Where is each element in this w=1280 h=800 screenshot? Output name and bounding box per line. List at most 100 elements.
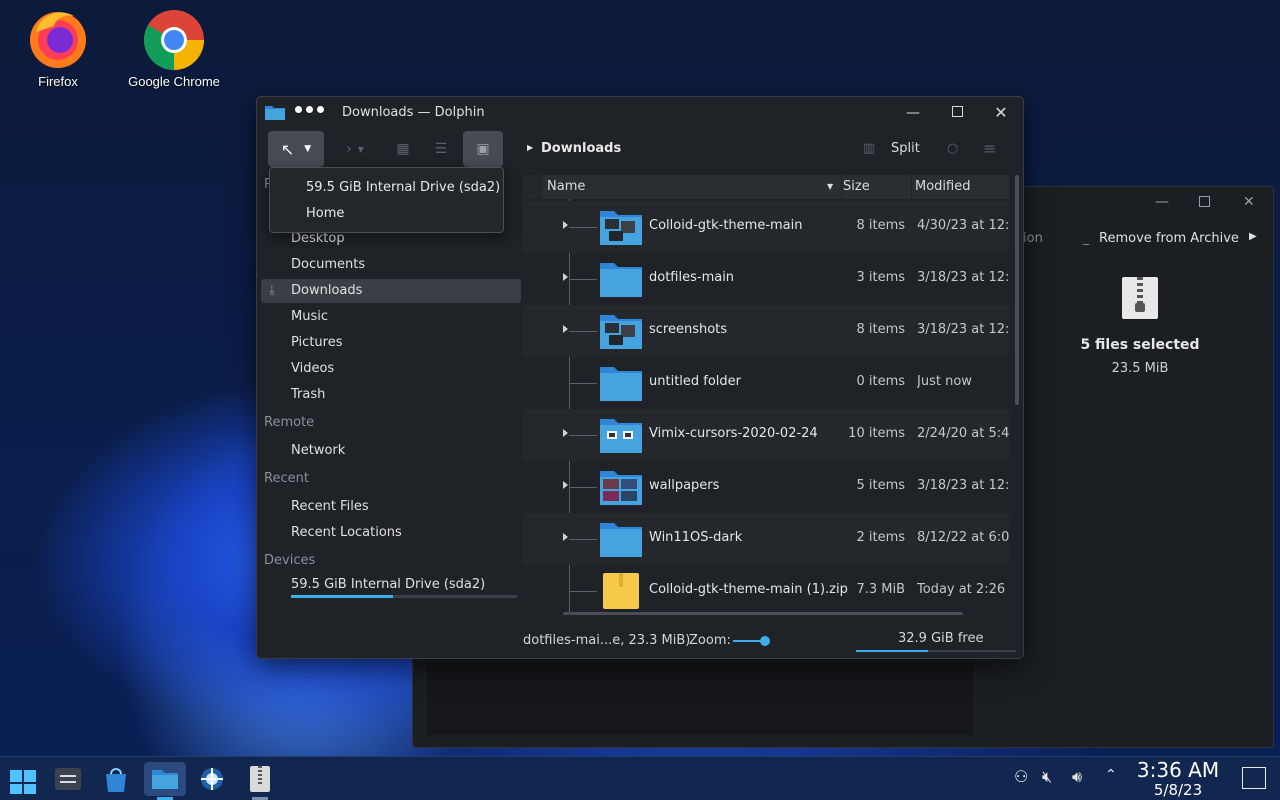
dolphin-window[interactable]: Downloads — Dolphin — ✕ ↖ ▼ › ▼ ▦ ☰ ▣ ▶ D… (256, 96, 1024, 659)
sidebar-item-internal-drive[interactable]: 59.5 GiB Internal Drive (sda2) (261, 573, 521, 597)
minimize-icon[interactable]: — (903, 103, 923, 123)
maximize-icon[interactable] (947, 103, 967, 123)
sidebar-item-network[interactable]: Network (261, 439, 521, 463)
desktop-icon-chrome[interactable]: Google Chrome (119, 6, 229, 89)
column-name[interactable]: Name (547, 179, 585, 194)
table-row[interactable]: Colloid-gtk-theme-main (1).zip 7.3 MiB Tod… (523, 565, 1009, 615)
tree-connector (569, 591, 597, 592)
mute-icon[interactable]: 🔇︎ (1042, 767, 1052, 787)
horizontal-scrollbar[interactable] (563, 612, 963, 615)
sidebar-item-music[interactable]: Music (261, 305, 521, 329)
maximize-icon[interactable] (1199, 196, 1210, 207)
close-icon[interactable]: ✕ (991, 103, 1011, 123)
chevron-down-icon: ▼ (304, 144, 312, 154)
sidebar-item-pictures[interactable]: Pictures (261, 331, 521, 355)
view-details-button[interactable]: ☰ (427, 131, 455, 167)
volume-icon[interactable]: 🔊︎ (1072, 767, 1082, 787)
folder-icon (599, 467, 643, 507)
file-size: 3 items (856, 270, 905, 285)
settings-app-button[interactable] (51, 762, 85, 796)
expand-arrow-icon[interactable] (563, 533, 568, 541)
forward-icon: › (346, 141, 352, 157)
zip-file-icon (599, 571, 643, 611)
forward-button[interactable]: › ▼ (335, 131, 375, 167)
sidebar-item-videos[interactable]: Videos (261, 357, 521, 381)
expand-arrow-icon[interactable] (563, 429, 568, 437)
view-icons-button[interactable]: ▦ (389, 131, 417, 167)
sidebar-item-trash[interactable]: Trash (261, 383, 521, 407)
file-modified: 3/18/23 at 12:51 (917, 270, 1009, 285)
sidebar-item-documents[interactable]: Documents (261, 253, 521, 277)
table-row[interactable]: Vimix-cursors-2020-02-24 10 items 2/24/20 … (523, 409, 1009, 461)
device-usage-fill (291, 595, 393, 598)
file-name[interactable]: Colloid-gtk-theme-main (1).zip (649, 582, 848, 597)
zip-file-icon (1122, 277, 1158, 319)
zoom-slider[interactable] (733, 636, 771, 646)
file-name[interactable]: Colloid-gtk-theme-main (649, 218, 803, 233)
tree-connector (569, 539, 597, 540)
table-row[interactable]: Colloid-gtk-theme-main 8 items 4/30/23 at … (523, 201, 1009, 253)
network-tool-button[interactable] (195, 762, 229, 796)
desktop-icon-label: Google Chrome (128, 74, 220, 89)
expand-arrow-icon[interactable] (563, 481, 568, 489)
folder-icon (599, 259, 643, 299)
chevron-up-icon[interactable]: ⌃ (1105, 767, 1117, 783)
menu-dots-icon[interactable] (295, 106, 324, 113)
breadcrumb[interactable]: Downloads (541, 141, 621, 156)
tree-connector (569, 331, 597, 332)
show-desktop-button[interactable] (1242, 767, 1266, 789)
file-name[interactable]: Vimix-cursors-2020-02-24 (649, 426, 818, 441)
hamburger-menu-icon[interactable]: ≡ (983, 139, 996, 158)
sidebar-item-downloads[interactable]: ⤓ Downloads (261, 279, 521, 303)
file-view[interactable]: Name ▼ Size Modified Colloid-gtk-theme-m… (523, 175, 1019, 615)
ark-taskbar-button[interactable] (243, 762, 277, 800)
table-row[interactable]: dotfiles-main 3 items 3/18/23 at 12:51 (523, 253, 1009, 305)
minimize-icon[interactable]: — (1155, 194, 1169, 210)
sidebar-item-recent-locations[interactable]: Recent Locations (261, 521, 521, 545)
window-title: Downloads — Dolphin (342, 105, 485, 120)
table-row[interactable]: untitled folder 0 items Just now (523, 357, 1009, 409)
back-history-popup[interactable]: 59.5 GiB Internal Drive (sda2) Home (269, 167, 504, 233)
remove-from-archive-button[interactable]: Remove from Archive (1099, 231, 1239, 246)
cursor-icon: ↖ (280, 139, 295, 159)
back-button[interactable]: ↖ ▼ (268, 131, 324, 167)
sidebar-item-recent-files[interactable]: Recent Files (261, 495, 521, 519)
zip-file-icon (250, 766, 270, 792)
start-menu-button[interactable] (6, 762, 40, 796)
store-app-button[interactable] (99, 762, 133, 796)
zoom-slider-handle[interactable] (760, 636, 771, 646)
download-icon: ⤓ (269, 283, 275, 298)
table-row[interactable]: Win11OS-dark 2 items 8/12/22 at 6:01 (523, 513, 1009, 565)
table-row[interactable]: screenshots 8 items 3/18/23 at 12:51 (523, 305, 1009, 357)
column-size[interactable]: Size (843, 179, 870, 194)
list-icon: ☰ (434, 141, 448, 157)
file-name[interactable]: dotfiles-main (649, 270, 734, 285)
file-name[interactable]: screenshots (649, 322, 727, 337)
dolphin-titlebar[interactable]: Downloads — Dolphin — ✕ (257, 97, 1023, 129)
popup-item[interactable]: 59.5 GiB Internal Drive (sda2) (306, 180, 500, 195)
section-header-remote: Remote (264, 415, 315, 430)
firefox-icon (26, 6, 90, 70)
toolbar-overflow-icon[interactable]: ▶ (1249, 231, 1257, 242)
sort-down-icon[interactable]: ▼ (827, 182, 833, 191)
tree-connector (569, 487, 597, 488)
table-row[interactable]: wallpapers 5 items 3/18/23 at 12:51 (523, 461, 1009, 513)
tree-connector (569, 279, 597, 280)
view-tree-button[interactable]: ▣ (463, 131, 503, 167)
file-name[interactable]: Win11OS-dark (649, 530, 742, 545)
popup-item[interactable]: Home (306, 206, 344, 221)
expand-arrow-icon[interactable] (563, 325, 568, 333)
scrollbar-thumb[interactable] (1015, 175, 1019, 405)
expand-arrow-icon[interactable] (563, 273, 568, 281)
expand-arrow-icon[interactable] (563, 221, 568, 229)
file-name[interactable]: wallpapers (649, 478, 719, 493)
clock[interactable]: 3:36 AM 5/8/23 (1130, 759, 1226, 799)
column-modified[interactable]: Modified (915, 179, 970, 194)
dolphin-taskbar-button[interactable] (144, 762, 186, 800)
desktop-icon-firefox[interactable]: Firefox (3, 6, 113, 89)
file-name[interactable]: untitled folder (649, 374, 741, 389)
search-icon[interactable]: ○ (947, 141, 958, 156)
close-icon[interactable]: ✕ (1243, 194, 1255, 210)
user-icon[interactable]: ⚇ (1014, 767, 1028, 786)
split-button[interactable]: Split (891, 141, 920, 156)
